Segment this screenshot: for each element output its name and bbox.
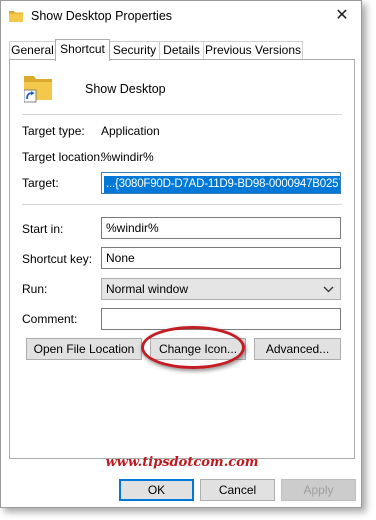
tab-general[interactable]: General (9, 41, 56, 60)
window-title: Show Desktop Properties (31, 9, 173, 23)
run-label: Run: (22, 282, 48, 296)
highlight-ring (141, 326, 245, 369)
shortcut-key-field[interactable]: None (101, 247, 341, 269)
ok-button[interactable]: OK (119, 479, 194, 501)
close-icon: ✕ (335, 7, 349, 24)
shortcut-name: Show Desktop (85, 82, 166, 96)
tab-shortcut[interactable]: Shortcut (55, 39, 110, 61)
shortcut-key-label: Shortcut key: (22, 252, 93, 266)
target-field[interactable]: ...{3080F90D-D7AD-11D9-BD98-0000947B0257… (101, 172, 341, 194)
target-location-value: %windir% (101, 150, 154, 164)
tab-details[interactable]: Details (159, 41, 204, 60)
start-in-label: Start in: (22, 222, 64, 236)
watermark: www.tipsdotcom.com (105, 455, 259, 470)
comment-field[interactable] (101, 308, 341, 330)
folder-shortcut-icon (24, 76, 52, 103)
start-in-field[interactable]: %windir% (101, 217, 341, 239)
target-location-label: Target location: (22, 150, 104, 164)
title-bar[interactable]: Show Desktop Properties ✕ (1, 1, 361, 33)
folder-icon (9, 11, 23, 22)
comment-label: Comment: (22, 312, 78, 326)
target-type-value: Application (101, 124, 160, 138)
run-select[interactable]: Normal window (101, 278, 341, 300)
close-button[interactable]: ✕ (329, 5, 355, 27)
shortcut-panel: Show Desktop Target type: Application Ta… (9, 59, 355, 459)
target-label: Target: (22, 176, 59, 190)
chevron-down-icon (323, 279, 334, 299)
properties-window: Show Desktop Properties ✕ General Shortc… (0, 0, 362, 508)
target-value: ...{3080F90D-D7AD-11D9-BD98-0000947B0257… (104, 176, 340, 193)
cancel-button[interactable]: Cancel (200, 479, 275, 501)
divider (22, 114, 342, 115)
target-type-label: Target type: (22, 124, 85, 138)
divider (22, 204, 342, 205)
advanced-button[interactable]: Advanced... (254, 338, 341, 360)
tab-previous-versions[interactable]: Previous Versions (203, 41, 303, 60)
tab-security[interactable]: Security (109, 41, 160, 60)
apply-button[interactable]: Apply (281, 479, 356, 501)
run-value: Normal window (106, 282, 189, 296)
open-file-location-button[interactable]: Open File Location (26, 338, 142, 360)
